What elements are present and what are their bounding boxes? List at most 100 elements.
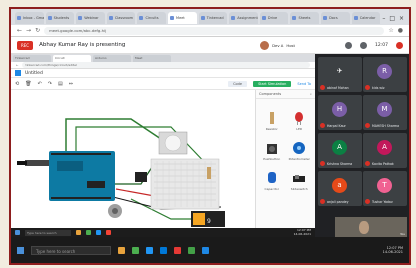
reload-icon[interactable]: ↻ <box>35 27 40 34</box>
battery-9v[interactable]: 9 <box>191 211 225 227</box>
muted-mic-icon <box>365 199 370 204</box>
shared-chrome-icon[interactable] <box>86 230 91 235</box>
url-field[interactable]: meet.google.com/abc-defg-hij <box>44 26 385 35</box>
windows-search-field[interactable]: Type here to search <box>31 245 111 255</box>
muted-mic-icon <box>365 161 370 166</box>
shared-start-icon[interactable] <box>15 230 20 235</box>
browser-tab[interactable]: Webinar <box>76 12 105 24</box>
tab-favicon-icon <box>292 16 297 20</box>
browser-tab[interactable]: Inbox - Gmail <box>15 12 44 24</box>
maximize-icon[interactable]: □ <box>389 15 395 22</box>
shared-url-field[interactable]: tinkercad.com/things/circuit/editel <box>21 62 310 68</box>
browser-tab-label: Docs <box>329 16 338 20</box>
browser-tab-label: Sheets <box>298 16 311 20</box>
panel-search-icon[interactable]: ⌕ <box>310 90 312 98</box>
word-icon[interactable] <box>202 246 209 254</box>
profile-icon[interactable]: ● <box>398 27 403 34</box>
component-slideswitch[interactable]: Slideswitch <box>287 165 313 191</box>
pir-sensor[interactable] <box>158 131 188 155</box>
browser-tab[interactable]: Docs <box>321 12 350 24</box>
browser-tab[interactable]: Students <box>45 12 75 24</box>
shared-tab[interactable]: Arduino <box>93 55 131 62</box>
undo-icon[interactable]: ↶ <box>38 81 42 87</box>
participant-tile[interactable]: T Tushar Yadav <box>363 171 407 206</box>
shared-app-icon[interactable] <box>106 230 111 235</box>
browser-tab[interactable]: Circuits <box>137 12 167 24</box>
project-title[interactable]: Untitled <box>25 71 43 76</box>
participant-name: kids wiz <box>372 85 385 90</box>
shared-back-icon[interactable]: ← <box>16 62 19 68</box>
tab-favicon-icon <box>323 16 328 20</box>
browser-tab[interactable]: Sheets <box>290 12 320 24</box>
chrome-icon[interactable] <box>132 246 139 254</box>
shared-taskbar-clock: 12:07 PM 14-06-2021 <box>293 228 311 236</box>
presenter-name: Dev A <box>272 42 284 48</box>
browser-tab[interactable]: Calendar <box>351 12 381 24</box>
code-button[interactable]: Code <box>228 80 248 87</box>
windows-start-icon[interactable] <box>17 246 24 254</box>
browser-tab-label: Assignment <box>237 16 258 20</box>
tab-favicon-icon <box>139 16 144 20</box>
shared-tab[interactable]: Tinkercad <box>13 55 51 62</box>
participant-avatar: a <box>332 178 347 193</box>
recording-badge: REC <box>17 40 34 50</box>
start-simulation-button[interactable]: Start Simulation <box>253 80 292 87</box>
browser-tab-label: Drive <box>267 16 278 20</box>
self-view-tile[interactable]: You <box>335 217 407 237</box>
self-view-label: You <box>400 232 405 236</box>
tab-favicon-icon <box>353 16 358 20</box>
back-icon[interactable]: ← <box>17 27 22 34</box>
component-capacitor[interactable]: Capacitor <box>259 165 285 191</box>
participant-tile[interactable]: ✈ abinaf Mohan <box>318 57 362 92</box>
close-icon[interactable]: × <box>399 15 404 22</box>
participant-avatar: H <box>332 102 347 117</box>
circuit-canvas[interactable]: 9 <box>11 99 255 227</box>
excel-icon[interactable] <box>188 246 195 254</box>
component-potentiometer[interactable]: Potentiometer <box>287 135 313 161</box>
presenter-chip: Dev A Host <box>260 40 295 50</box>
participant-avatar: M <box>377 102 392 117</box>
star-icon[interactable]: ☆ <box>388 27 393 34</box>
media-icon[interactable] <box>174 246 181 254</box>
participant-tile[interactable]: M MAHESH Sharma <box>363 95 407 130</box>
shared-tab-active[interactable]: Circuit <box>53 55 91 62</box>
edge-icon[interactable] <box>146 246 153 254</box>
forward-icon[interactable]: → <box>26 27 31 34</box>
browser-tab[interactable]: Classroom <box>106 12 136 24</box>
shared-taskbar-search[interactable]: Type here to search <box>25 229 71 236</box>
minimize-icon[interactable]: – <box>382 15 385 22</box>
arduino-board[interactable] <box>49 151 115 201</box>
browser-tab[interactable]: Drive <box>259 12 289 24</box>
breadboard[interactable] <box>150 158 220 210</box>
potentiometer[interactable] <box>108 204 122 218</box>
participant-tile[interactable]: H Harpal Kaur <box>318 95 362 130</box>
participant-tile[interactable]: Rkids wiz <box>363 57 407 92</box>
component-resistor[interactable]: Resistor <box>259 105 285 131</box>
components-panel-header: Components ⌕ <box>256 90 315 99</box>
delete-icon[interactable]: 🗑 <box>25 81 31 87</box>
participant-tile[interactable]: A Kavita Pathak <box>363 133 407 168</box>
usb-cable <box>17 160 49 166</box>
chip-component[interactable] <box>135 172 147 182</box>
resistor-component[interactable] <box>207 167 211 179</box>
participant-tile[interactable]: A Krishna Sharma <box>318 133 362 168</box>
browser-tab[interactable]: Assignment <box>229 12 258 24</box>
send-to-button[interactable]: Send To <box>297 82 311 86</box>
shared-tab[interactable]: Meet <box>133 55 171 62</box>
browser-tab[interactable]: Meet <box>168 12 197 24</box>
browser-tab[interactable]: Tinkercad <box>198 12 228 24</box>
chat-icon[interactable] <box>360 41 368 49</box>
note-icon[interactable]: ▤ <box>58 81 63 87</box>
shared-edge-icon[interactable] <box>96 230 101 235</box>
flip-icon[interactable]: ⇔ <box>69 81 73 87</box>
participant-tile[interactable]: a anjali pandey <box>318 171 362 206</box>
component-pushbutton[interactable]: Pushbutton <box>259 135 285 161</box>
redo-icon[interactable]: ↷ <box>48 81 52 87</box>
component-led[interactable]: LED <box>287 105 313 131</box>
shared-explorer-icon[interactable] <box>76 230 81 235</box>
file-explorer-icon[interactable] <box>118 246 125 254</box>
store-icon[interactable] <box>160 246 167 254</box>
people-icon[interactable] <box>345 41 353 49</box>
rotate-icon[interactable]: ⟲ <box>15 81 19 87</box>
activities-icon[interactable] <box>396 41 403 49</box>
